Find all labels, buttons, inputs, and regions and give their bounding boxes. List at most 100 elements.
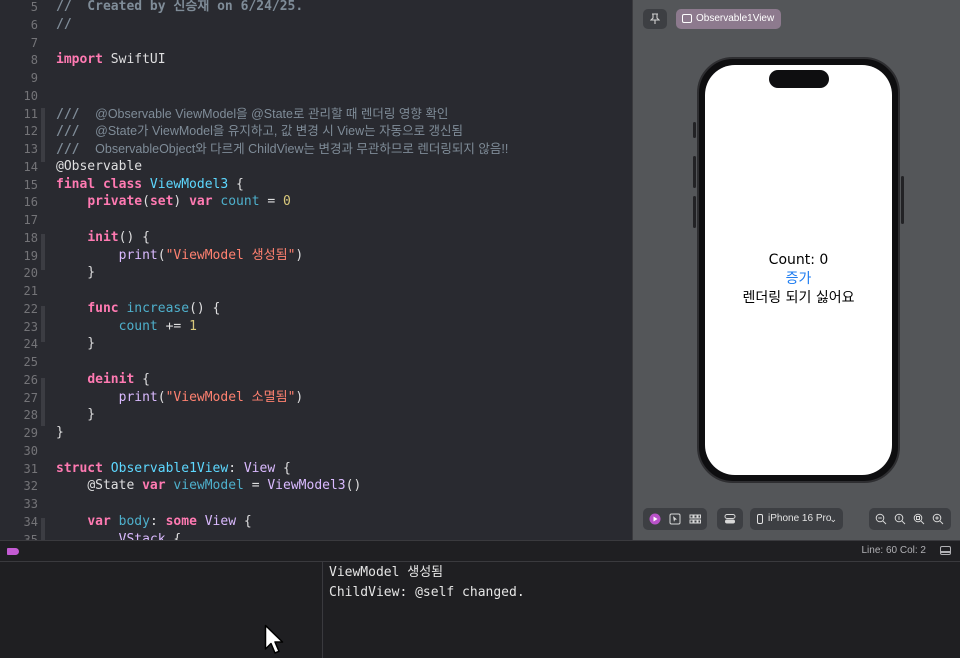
- line-number: 15: [23, 177, 38, 192]
- console-output[interactable]: ViewModel 생성됨 ChildView: @self changed.: [324, 562, 960, 658]
- code-token: () {: [118, 229, 150, 245]
- line-number: 12: [23, 124, 38, 139]
- line-number: 30: [23, 443, 38, 458]
- zoom-fit-button[interactable]: [911, 511, 927, 527]
- code-line[interactable]: print("ViewModel 생성됨"): [56, 247, 304, 265]
- code-line[interactable]: }: [56, 335, 95, 353]
- code-line[interactable]: // Created by 신승재 on 6/24/25.: [56, 0, 303, 16]
- code-line[interactable]: @Observable: [56, 158, 142, 176]
- code-line[interactable]: deinit {: [56, 371, 150, 389]
- line-number: 25: [23, 355, 38, 369]
- fold-indicator[interactable]: [41, 378, 45, 426]
- code-token: Observable1View: [110, 460, 229, 476]
- line-number: 23: [23, 319, 38, 334]
- fold-indicator[interactable]: [41, 234, 45, 270]
- code-token: :: [149, 513, 166, 529]
- code-token: {: [165, 531, 182, 541]
- code-token: ObservableObject와 다르게 ChildView는 변경과 무관하…: [95, 142, 509, 156]
- code-line[interactable]: count += 1: [56, 318, 197, 336]
- code-token: var: [142, 478, 166, 494]
- console-line: ChildView: @self changed.: [329, 585, 525, 600]
- line-number: 29: [23, 426, 38, 440]
- code-token: deinit: [87, 371, 135, 387]
- source-editor[interactable]: 5 6 7 8 9 10 11 12 13 14 15 16 17 18 19 20 21 22 23 24 25 26 2…: [0, 0, 632, 540]
- fold-indicator[interactable]: [41, 306, 45, 342]
- code-token: VStack: [118, 531, 166, 541]
- fold-indicator[interactable]: [41, 518, 45, 540]
- code-line[interactable]: }: [56, 264, 95, 282]
- device-settings-button[interactable]: [722, 511, 738, 527]
- code-token: count: [118, 318, 158, 334]
- code-line[interactable]: @State var viewModel = ViewModel3(): [56, 477, 361, 495]
- code-line[interactable]: init() {: [56, 229, 150, 247]
- selectable-mode-button[interactable]: [667, 511, 683, 527]
- line-number: 7: [30, 35, 38, 50]
- code-area[interactable]: // Created by 신승재 on 6/24/25. // import Sw…: [56, 0, 632, 540]
- line-number: 26: [23, 372, 38, 387]
- zoom-out-icon: [875, 513, 887, 525]
- code-line[interactable]: //: [56, 16, 72, 34]
- code-token: init: [87, 229, 119, 245]
- code-line[interactable]: struct Observable1View: View {: [56, 460, 291, 478]
- code-line[interactable]: }: [56, 424, 64, 442]
- code-line[interactable]: final class ViewModel3 {: [56, 176, 244, 194]
- code-line[interactable]: import SwiftUI: [56, 51, 166, 69]
- device-selector[interactable]: iPhone 16 Pro ⌄: [750, 508, 843, 530]
- code-line[interactable]: VStack {: [56, 531, 182, 541]
- line-number-gutter: 5 6 7 8 9 10 11 12 13 14 15 16 17 18 19 20 21 22 23 24 25 26 2…: [0, 0, 46, 540]
- device-frame: Count: 0 증가 렌더링 되기 싫어요: [697, 57, 900, 483]
- line-number: 16: [23, 195, 38, 210]
- code-token: ///: [56, 142, 96, 157]
- code-token: import: [56, 52, 103, 68]
- code-token: @State가 ViewModel을 유지하고, 값 변경 시 View는 자동…: [95, 124, 464, 139]
- code-token: "ViewModel 소멸됨": [165, 389, 296, 405]
- view-icon: [682, 14, 692, 23]
- code-token: 1: [189, 318, 197, 334]
- code-line[interactable]: var body: some View {: [56, 513, 251, 531]
- code-line[interactable]: print("ViewModel 소멸됨"): [56, 389, 304, 407]
- line-number: 21: [23, 284, 38, 298]
- zoom-100-button[interactable]: [892, 511, 908, 527]
- increase-button[interactable]: 증가: [705, 270, 892, 289]
- code-token: () {: [189, 300, 221, 316]
- code-token: {: [275, 460, 291, 476]
- child-view-label: 렌더링 되기 싫어요: [742, 290, 855, 306]
- code-line[interactable]: }: [56, 406, 95, 424]
- line-number: 11: [23, 106, 38, 121]
- variants-button[interactable]: [687, 511, 703, 527]
- code-line[interactable]: /// @Observable ViewModel을 @State로 관리할 때…: [56, 105, 448, 123]
- zoom-in-icon: [932, 513, 944, 525]
- line-number: 5: [30, 0, 38, 14]
- code-token: increase: [126, 300, 190, 316]
- code-token: print: [118, 389, 158, 405]
- code-token: ): [295, 247, 304, 263]
- code-line[interactable]: /// ObservableObject와 다르게 ChildView는 변경과…: [56, 140, 508, 158]
- code-line[interactable]: /// @State가 ViewModel을 유지하고, 값 변경 시 View…: [56, 122, 463, 140]
- fold-indicator[interactable]: [41, 108, 45, 162]
- preview-tab[interactable]: Observable1View: [676, 9, 782, 29]
- code-token: @Observable: [56, 158, 143, 174]
- code-line[interactable]: func increase() {: [56, 300, 220, 318]
- zoom-out-button[interactable]: [873, 511, 889, 527]
- zoom-in-button[interactable]: [930, 511, 946, 527]
- line-number: 33: [23, 497, 38, 511]
- live-mode-button[interactable]: [647, 511, 663, 527]
- code-token: View: [243, 460, 276, 476]
- code-token: }: [56, 265, 96, 281]
- panel-toggle-icon[interactable]: [940, 546, 951, 555]
- pin-button[interactable]: [643, 9, 667, 29]
- line-number: 13: [23, 142, 38, 156]
- code-token: var: [189, 194, 213, 210]
- preview-mode-group: [643, 508, 707, 530]
- debug-area-toggle-icon[interactable]: [7, 548, 19, 555]
- device-screen: Count: 0 증가 렌더링 되기 싫어요: [705, 65, 892, 475]
- code-line[interactable]: private(set) var count = 0: [56, 193, 291, 211]
- code-token: set: [149, 194, 174, 210]
- dynamic-island: [769, 70, 829, 88]
